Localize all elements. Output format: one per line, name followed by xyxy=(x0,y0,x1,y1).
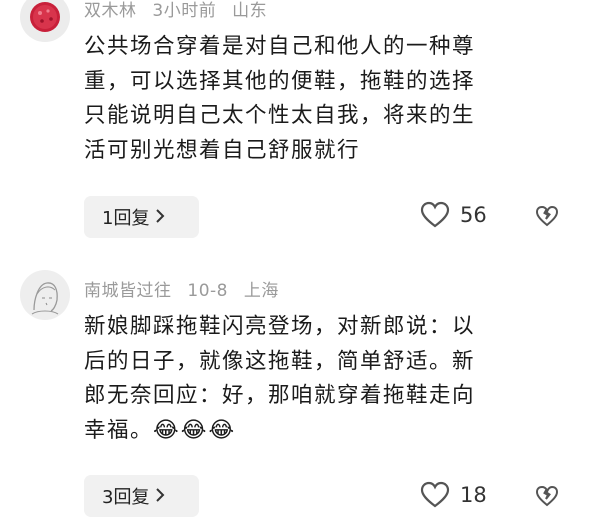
location: 山东 xyxy=(232,1,268,21)
reply-button[interactable]: 1回复 xyxy=(84,196,199,238)
comment-line: 公共场合穿着是对自己和他人的一种尊 xyxy=(84,34,476,59)
like-count: 18 xyxy=(460,483,487,507)
reply-label: 3回复 xyxy=(102,487,150,508)
reply-label: 1回复 xyxy=(102,208,150,229)
avatar-image xyxy=(20,0,70,42)
broken-heart-icon xyxy=(535,205,559,227)
heart-outline-icon xyxy=(420,481,450,508)
chevron-right-icon xyxy=(155,486,165,507)
comment-line-text: 幸福。 xyxy=(84,417,154,443)
broken-heart-icon xyxy=(535,485,559,507)
username[interactable]: 双木林 xyxy=(84,1,137,21)
dislike-button[interactable] xyxy=(535,485,559,511)
comment-line: 郎无奈回应：好，那咱就穿着拖鞋走向 xyxy=(84,383,476,408)
timestamp: 10-8 xyxy=(187,281,228,301)
like-count: 56 xyxy=(460,203,487,227)
dislike-button[interactable] xyxy=(535,205,559,231)
comment-meta: 双木林 3小时前 山东 xyxy=(84,0,277,21)
avatar[interactable] xyxy=(20,0,70,42)
laughing-emoji-icon: 😂 xyxy=(208,417,235,443)
reply-button[interactable]: 3回复 xyxy=(84,475,199,517)
comment-line: 活可别光想着自己舒服就行 xyxy=(84,137,361,163)
username[interactable]: 南城皆过往 xyxy=(84,281,172,301)
comment-text: 新娘脚踩拖鞋闪亮登场，对新郎说：以 后的日子，就像这拖鞋，简单舒适。新 郎无奈回… xyxy=(84,310,584,448)
comment-line: 后的日子，就像这拖鞋，简单舒适。新 xyxy=(84,348,476,374)
comment-line: 新娘脚踩拖鞋闪亮登场，对新郎说：以 xyxy=(84,314,476,339)
comment-line: 幸福。😂😂😂 xyxy=(84,414,584,449)
comment-line: 只能说明自己太个性太自我，将来的生 xyxy=(84,103,476,128)
like-button[interactable]: 56 xyxy=(420,201,487,229)
heart-outline-icon xyxy=(420,201,450,228)
avatar[interactable] xyxy=(20,270,70,320)
avatar-image xyxy=(20,270,70,320)
timestamp: 3小时前 xyxy=(152,1,217,21)
comment-meta: 南城皆过往 10-8 上海 xyxy=(84,276,289,301)
chevron-right-icon xyxy=(155,207,165,228)
comment-text: 公共场合穿着是对自己和他人的一种尊 重，可以选择其他的便鞋，拖鞋的选择 只能说明… xyxy=(84,30,584,168)
laughing-emoji-icon: 😂 xyxy=(180,417,207,443)
comment-line: 重，可以选择其他的便鞋，拖鞋的选择 xyxy=(84,68,476,94)
laughing-emoji-icon: 😂 xyxy=(153,417,179,443)
like-button[interactable]: 18 xyxy=(420,481,487,509)
location: 上海 xyxy=(243,281,279,301)
